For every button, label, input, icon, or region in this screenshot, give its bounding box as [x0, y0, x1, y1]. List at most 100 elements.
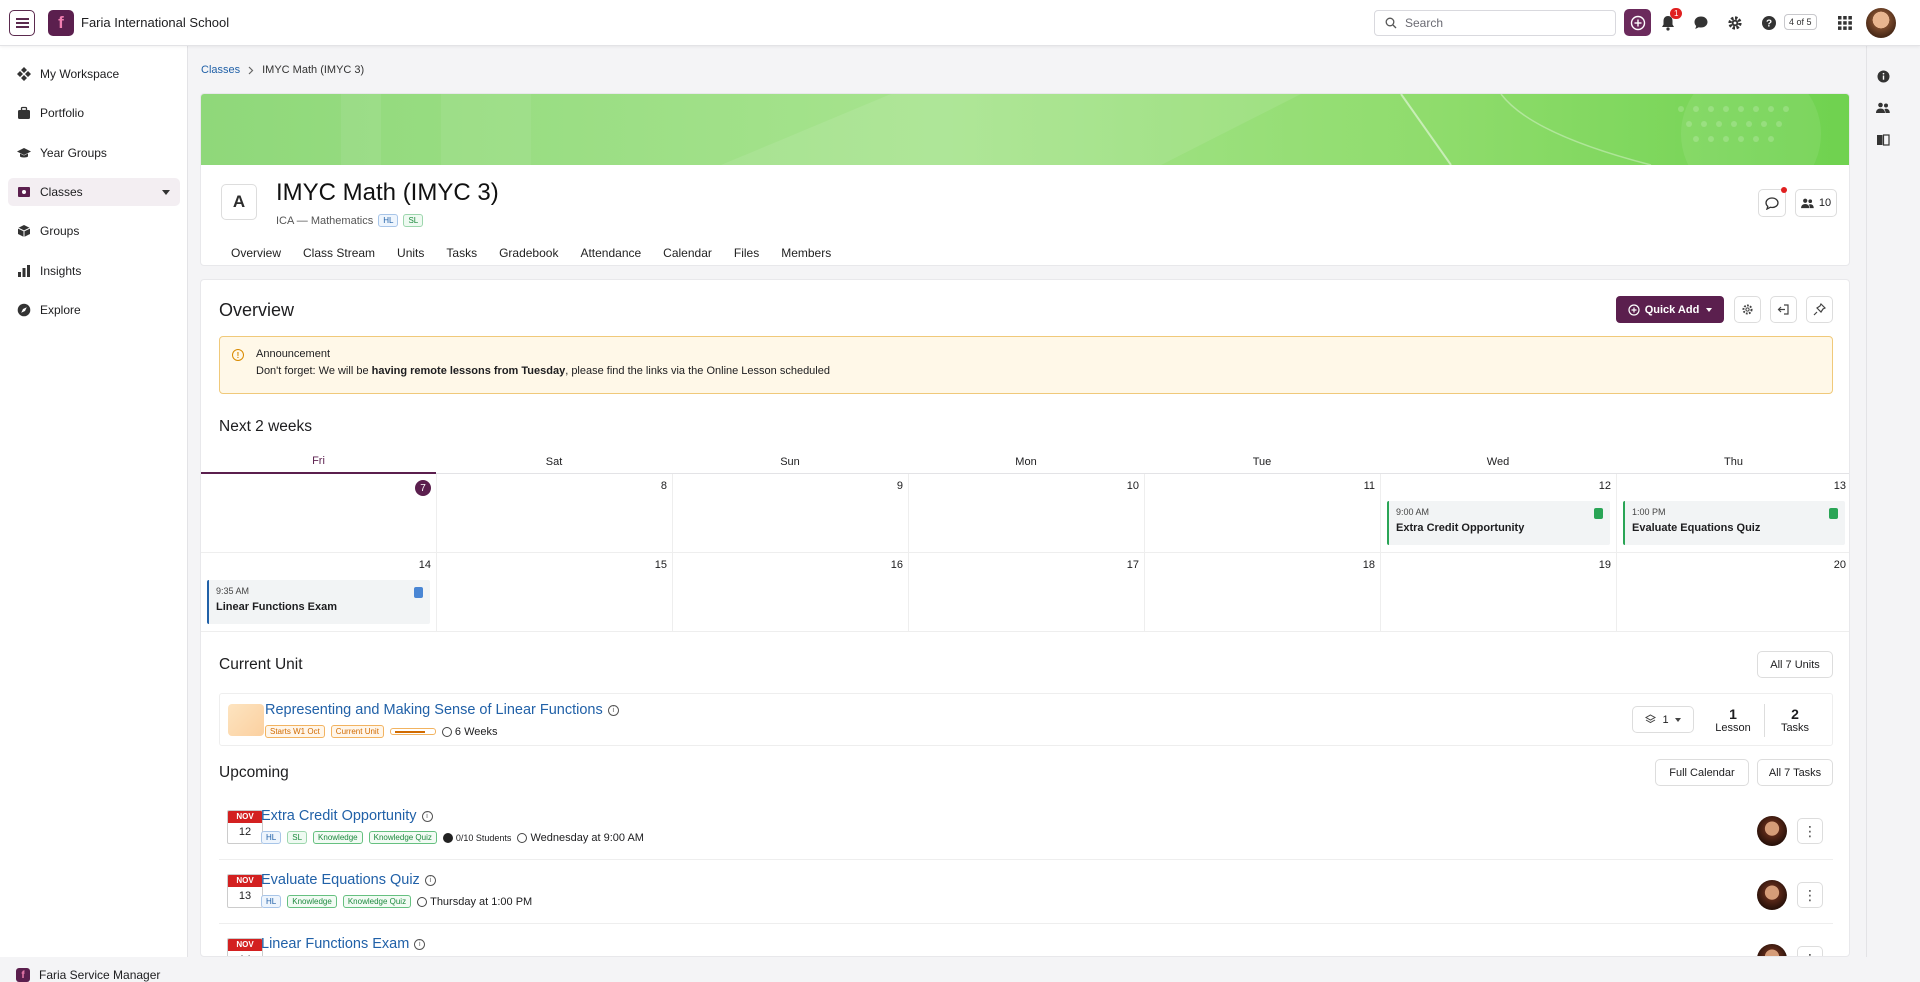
- tab-calendar[interactable]: Calendar: [653, 243, 724, 265]
- upcoming-task-row[interactable]: NOV 12 Extra Credit Opportunity i HL SL Kn…: [219, 802, 1833, 860]
- calendar-day-cell[interactable]: 7: [201, 474, 436, 553]
- calendar-day-cell[interactable]: 9: [672, 474, 908, 553]
- tab-overview[interactable]: Overview: [221, 243, 293, 265]
- tab-attendance[interactable]: Attendance: [570, 243, 653, 265]
- clipboard-icon: [414, 587, 423, 598]
- faria-service-manager-link[interactable]: f Faria Service Manager: [16, 968, 160, 982]
- chevron-down-icon[interactable]: [162, 190, 170, 195]
- calendar-day-cell[interactable]: 18: [1144, 553, 1380, 632]
- breadcrumb: Classes IMYC Math (IMYC 3): [201, 64, 364, 76]
- teacher-avatar[interactable]: [1757, 944, 1787, 956]
- task-title-link[interactable]: Linear Functions Exam i: [261, 936, 426, 952]
- calendar-event[interactable]: 9:00 AM Extra Credit Opportunity: [1387, 501, 1610, 545]
- workspace-icon: [17, 67, 31, 81]
- people-icon[interactable]: [1873, 98, 1893, 118]
- alert-icon: !: [232, 349, 244, 361]
- layers-icon: [1645, 714, 1657, 724]
- exit-button[interactable]: [1770, 296, 1797, 323]
- compass-icon: [17, 303, 31, 317]
- tab-class-stream[interactable]: Class Stream: [293, 243, 387, 265]
- all-units-button[interactable]: All 7 Units: [1757, 651, 1833, 678]
- breadcrumb-current: IMYC Math (IMYC 3): [262, 64, 365, 76]
- task-due: Wednesday at 9:00 AM: [517, 832, 644, 844]
- info-icon[interactable]: i: [414, 938, 426, 950]
- upcoming-task-row[interactable]: NOV14 Linear Functions Exami ⋮: [219, 930, 1833, 956]
- chat-icon[interactable]: [1690, 12, 1712, 34]
- tab-files[interactable]: Files: [724, 243, 771, 265]
- calendar-day-cell[interactable]: 12 9:00 AM Extra Credit Opportunity: [1380, 474, 1616, 553]
- help-icon[interactable]: ?: [1758, 12, 1780, 34]
- sidebar-item-year-groups[interactable]: Year Groups: [8, 139, 180, 167]
- class-chat-button[interactable]: [1758, 187, 1787, 217]
- info-icon[interactable]: [1873, 66, 1893, 86]
- sidebar-item-my-workspace[interactable]: My Workspace: [8, 60, 180, 88]
- members-count-button[interactable]: 10: [1795, 189, 1837, 217]
- calendar-event[interactable]: 9:35 AM Linear Functions Exam: [207, 580, 430, 624]
- search-icon: [1385, 17, 1397, 29]
- settings-button[interactable]: [1734, 296, 1761, 323]
- calendar-day-cell[interactable]: 20: [1616, 553, 1849, 632]
- gear-icon[interactable]: [1724, 12, 1746, 34]
- people-icon: [1800, 198, 1814, 208]
- create-button[interactable]: [1624, 9, 1651, 36]
- pin-icon: [1813, 303, 1826, 316]
- day-header-tue: Tue: [1144, 450, 1380, 474]
- task-title-link[interactable]: Evaluate Equations Quiz i: [261, 872, 436, 888]
- all-tasks-button[interactable]: All 7 Tasks: [1757, 759, 1833, 786]
- unit-version-select[interactable]: 1: [1632, 706, 1694, 733]
- teacher-avatar[interactable]: [1757, 880, 1787, 910]
- announcement-box: ! Announcement Don't forget: We will be …: [219, 336, 1833, 394]
- full-calendar-button[interactable]: Full Calendar: [1655, 759, 1749, 786]
- hamburger-menu-icon[interactable]: [9, 10, 35, 36]
- sidebar-item-groups[interactable]: Groups: [8, 217, 180, 245]
- calendar-day-cell[interactable]: 13 1:00 PM Evaluate Equations Quiz: [1616, 474, 1849, 553]
- tasks-stat[interactable]: 2 Tasks: [1770, 706, 1820, 734]
- info-icon[interactable]: i: [607, 704, 619, 716]
- announcement-title: Announcement: [256, 348, 330, 360]
- tab-members[interactable]: Members: [771, 243, 843, 265]
- day-header-sat: Sat: [436, 450, 672, 474]
- upcoming-title: Upcoming: [219, 764, 289, 781]
- unit-progress-bar: [389, 728, 436, 735]
- user-avatar[interactable]: [1866, 8, 1896, 38]
- calendar-day-cell[interactable]: 17: [908, 553, 1144, 632]
- tab-gradebook[interactable]: Gradebook: [489, 243, 570, 265]
- calendar-day-cell[interactable]: 10: [908, 474, 1144, 553]
- calendar-day-cell[interactable]: 16: [672, 553, 908, 632]
- day-header-thu: Thu: [1616, 450, 1849, 474]
- teacher-avatar[interactable]: [1757, 816, 1787, 846]
- more-options-icon[interactable]: ⋮: [1797, 818, 1823, 844]
- school-logo[interactable]: f: [48, 10, 74, 36]
- book-open-icon[interactable]: [1873, 130, 1893, 150]
- pin-button[interactable]: [1806, 296, 1833, 323]
- info-icon[interactable]: i: [421, 810, 433, 822]
- unit-title-link[interactable]: Representing and Making Sense of Linear …: [265, 702, 619, 718]
- breadcrumb-classes-link[interactable]: Classes: [201, 64, 240, 76]
- quick-add-button[interactable]: Quick Add: [1616, 296, 1724, 323]
- book-icon: [18, 187, 30, 197]
- apps-grid-icon[interactable]: [1834, 12, 1856, 34]
- day-header-sun: Sun: [672, 450, 908, 474]
- calendar-day-cell[interactable]: 19: [1380, 553, 1616, 632]
- sidebar-item-insights[interactable]: Insights: [8, 257, 180, 285]
- tab-units[interactable]: Units: [387, 243, 436, 265]
- search-input[interactable]: Search: [1374, 10, 1616, 36]
- more-options-icon[interactable]: ⋮: [1797, 882, 1823, 908]
- chevron-down-icon: [1674, 717, 1681, 722]
- calendar-day-cell[interactable]: 15: [436, 553, 672, 632]
- sidebar-item-portfolio[interactable]: Portfolio: [8, 99, 180, 127]
- sidebar-item-explore[interactable]: Explore: [8, 296, 180, 324]
- info-icon[interactable]: i: [424, 874, 436, 886]
- calendar-day-cell[interactable]: 11: [1144, 474, 1380, 553]
- tab-tasks[interactable]: Tasks: [436, 243, 489, 265]
- sidebar-item-classes[interactable]: Classes: [8, 178, 180, 206]
- clipboard-icon: [1594, 508, 1603, 519]
- calendar-day-cell[interactable]: 8: [436, 474, 672, 553]
- calendar-day-cell[interactable]: 14 9:35 AM Linear Functions Exam: [201, 553, 436, 632]
- more-options-icon[interactable]: ⋮: [1797, 946, 1823, 956]
- task-title-link[interactable]: Extra Credit Opportunity i: [261, 808, 433, 824]
- lessons-stat[interactable]: 1 Lesson: [1708, 706, 1758, 734]
- calendar-event[interactable]: 1:00 PM Evaluate Equations Quiz: [1623, 501, 1845, 545]
- page-counter[interactable]: 4 of 5: [1784, 14, 1817, 30]
- upcoming-task-row[interactable]: NOV 13 Evaluate Equations Quiz i HL Knowle…: [219, 866, 1833, 924]
